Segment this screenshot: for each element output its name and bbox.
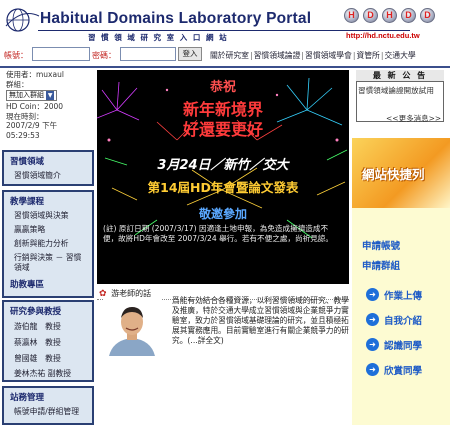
homework-upload-button[interactable]: ➜ 作業上傳 (366, 286, 446, 304)
banner-invite: 敬邀參加 (198, 207, 247, 221)
sidebar-item-course[interactable]: 習慣領域與決策 (4, 209, 92, 223)
panel-heading: 站務管理 (10, 393, 45, 403)
time-label: 現在時刻： (6, 111, 44, 121)
user-info-panel: 使用者：muxaul 群組： 無加入群組 ▼ HD Coin：2000 現在時刻… (6, 70, 94, 140)
coin-label: HD Coin： (6, 102, 44, 111)
password-input[interactable] (120, 47, 176, 61)
logo-badge: D (420, 8, 435, 23)
nav-item-hd-forum[interactable]: 習慣領域論證 (254, 51, 301, 60)
appreciate-classmates-button[interactable]: ➜ 欣賞同學 (366, 361, 446, 379)
arrow-right-icon: ➜ (366, 313, 379, 326)
time-value: 2007/2/9 下午 (6, 121, 58, 130)
teacher-message: 爲能有効結合各種資源，以利習慣領域的研究、教學及推廣，特於交通大學成立習慣領域與… (172, 296, 349, 345)
logo-badge: H (382, 8, 397, 23)
panel-professors: 研究參與教授 游伯龍 教授 蔡瀛林 教授 曾國雄 教授 姜林杰祐 副教授 (2, 300, 94, 382)
section-title: 游老師的話 (111, 289, 152, 298)
sidebar-item-course[interactable]: 贏贏策略 (4, 223, 92, 237)
banner-headline: 好還要更好 (182, 120, 263, 139)
user-label: 使用者： (6, 70, 36, 79)
announcement-item[interactable]: 習慣領域論證開放試用 (358, 86, 442, 96)
event-banner[interactable]: 恭祝 新年新境界 好還要更好 3月24日／新竹／交大 第14屆HD年會暨論文發表… (97, 70, 349, 284)
chevron-down-icon: ▼ (46, 91, 55, 100)
arrow-right-icon: ➜ (366, 338, 379, 351)
button-label: 自我介紹 (384, 316, 423, 327)
account-label: 帳號： (4, 51, 28, 60)
sidebar-item-account-group[interactable]: 帳號申請/群組管理 (4, 405, 92, 419)
nav-item-hd-society[interactable]: 習慣領域學會 (305, 51, 352, 60)
panel-courses: 教學課程 習慣領域與決策 贏贏策略 創新與能力分析 行銷與決策 － 習慣領域 助… (2, 190, 94, 298)
panel-heading: 教學課程 (10, 197, 45, 207)
globe-logo-icon (5, 8, 40, 32)
logo-badge: D (363, 8, 378, 23)
button-label: 欣賞同學 (384, 366, 423, 377)
site-url-link[interactable]: http://hd.nctu.edu.tw (346, 31, 420, 40)
nav-separator: | (380, 51, 384, 60)
button-label: 認識同學 (384, 341, 423, 352)
panel-site-admin: 站務管理 帳號申請/群組管理 (2, 386, 94, 425)
site-subtitle: 習 慣 領 域 研 究 室 入 口 網 站 (88, 33, 229, 42)
logo-badge: H (344, 8, 359, 23)
shortcut-header: 網站快捷列 (352, 138, 450, 208)
banner-greeting: 恭祝 (209, 80, 236, 95)
panel-habitual-domains: 習慣領域 習慣領域簡介 (2, 150, 94, 186)
banner-date-place: 3月24日／新竹／交大 (157, 158, 289, 173)
navbar-divider (0, 66, 450, 68)
time-value: 05:29:53 (6, 130, 40, 140)
banner-event-title: 第14屆HD年會暨論文發表 (147, 180, 299, 195)
password-label: 密碼： (92, 51, 116, 60)
logo-badge: D (401, 8, 416, 23)
group-select[interactable]: 無加入群組 ▼ (6, 90, 58, 101)
sidebar-item-professor[interactable]: 游伯龍 教授 (4, 319, 92, 335)
nav-item-nctu[interactable]: 交通大學 (385, 51, 416, 60)
sidebar-item-professor[interactable]: 蔡瀛林 教授 (4, 335, 92, 351)
site-title: Habitual Domains Laboratory Portal (40, 10, 312, 27)
account-input[interactable] (32, 47, 90, 61)
nav-separator: | (249, 51, 253, 60)
nav-item-about-lab[interactable]: 關於研究室 (210, 51, 249, 60)
panel-heading: 習慣領域 (10, 157, 45, 167)
more-news-link[interactable]: <<更多消息>> (386, 113, 441, 124)
lab-logo: H D H D D (344, 8, 444, 26)
button-label: 作業上傳 (384, 291, 423, 302)
nav-separator: | (301, 51, 305, 60)
sidebar-item-course[interactable]: 行銷與決策 － 習慣領域 (4, 251, 92, 275)
coin-value: 2000 (43, 102, 64, 111)
teacher-photo (103, 298, 161, 356)
shortcut-title: 網站快捷列 (362, 167, 425, 182)
top-nav: 關於研究室|習慣領域論證|習慣領域學會|資管所|交通大學 (210, 50, 450, 61)
apply-group-link[interactable]: 申請群組 (362, 258, 400, 272)
meet-classmates-button[interactable]: ➜ 認識同學 (366, 336, 446, 354)
group-label: 群組： (6, 79, 29, 89)
arrow-right-icon: ➜ (366, 363, 379, 376)
apply-account-link[interactable]: 申請帳號 (362, 238, 400, 252)
nav-item-im-institute[interactable]: 資管所 (356, 51, 379, 60)
user-name: muxaul (36, 70, 64, 79)
self-intro-button[interactable]: ➜ 自我介紹 (366, 311, 446, 329)
login-button[interactable]: 登入 (178, 47, 202, 61)
sidebar-item-course[interactable]: 創新與能力分析 (4, 237, 92, 251)
banner-note: (註) 原訂日期 (2007/3/17) 因適逢土地申報，為免造成擁擠造成不便，… (103, 224, 333, 243)
announcement-title: 最 新 公 告 (356, 70, 444, 82)
sidebar-item-ta-area[interactable]: 助教專區 (4, 275, 92, 292)
sidebar-item-professor[interactable]: 姜林杰祐 副教授 (4, 367, 92, 381)
sidebar-item-hd-intro[interactable]: 習慣領域簡介 (4, 169, 92, 183)
shortcut-panel: 網站快捷列 申請帳號 申請群組 ➜ 作業上傳 ➜ 自我介紹 ➜ 認識同學 ➜ 欣… (352, 138, 450, 425)
sidebar-item-professor[interactable]: 曾國雄 教授 (4, 351, 92, 367)
panel-heading: 研究參與教授 (10, 307, 62, 317)
arrow-right-icon: ➜ (366, 288, 379, 301)
